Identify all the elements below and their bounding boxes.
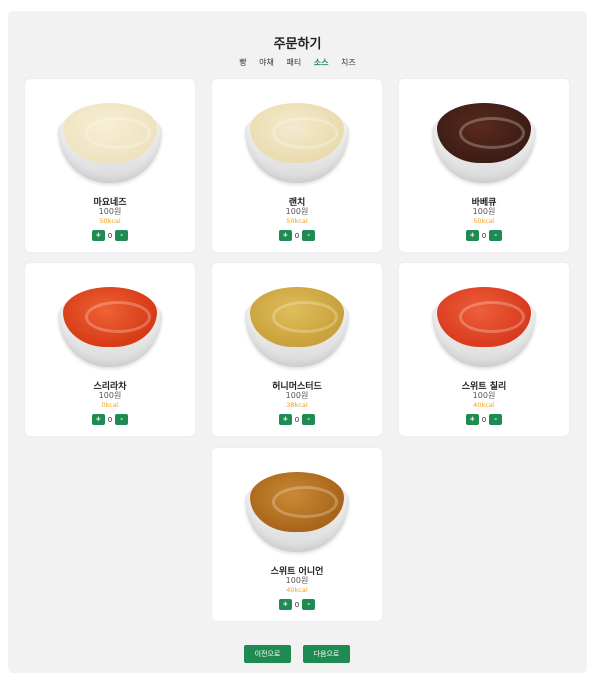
prev-button[interactable]: 이전으로 — [244, 645, 291, 663]
quantity-control: +0- — [399, 230, 569, 241]
quantity-value: 0 — [481, 231, 487, 240]
plus-button[interactable]: + — [91, 230, 105, 241]
plus-button[interactable]: + — [278, 599, 292, 610]
product-kcal: 50kcal — [473, 217, 495, 225]
product-card: 스리라차 100원 0kcal +0- — [25, 263, 195, 436]
sauce-bowl-image — [432, 281, 536, 367]
quantity-value: 0 — [107, 415, 113, 424]
quantity-control: +0- — [212, 599, 382, 610]
quantity-value: 0 — [107, 231, 113, 240]
minus-button[interactable]: - — [302, 230, 316, 241]
minus-button[interactable]: - — [115, 414, 129, 425]
minus-button[interactable]: - — [489, 414, 503, 425]
quantity-control: +0- — [212, 414, 382, 425]
product-card: 허니머스터드 100원 38kcal +0- — [212, 263, 382, 436]
product-card: 랜치 100원 50kcal +0- — [212, 79, 382, 252]
product-price: 100원 — [98, 391, 122, 400]
minus-button[interactable]: - — [115, 230, 129, 241]
quantity-value: 0 — [481, 415, 487, 424]
tab-bread[interactable]: 빵 — [239, 57, 246, 68]
quantity-control: +0- — [399, 414, 569, 425]
sauce-bowl-image — [245, 466, 349, 552]
product-price: 100원 — [285, 207, 309, 216]
sauce-bowl-image — [245, 281, 349, 367]
quantity-value: 0 — [294, 415, 300, 424]
quantity-value: 0 — [294, 231, 300, 240]
sauce-bowl-image — [58, 97, 162, 183]
quantity-control: +0- — [212, 230, 382, 241]
quantity-control: +0- — [25, 230, 195, 241]
plus-button[interactable]: + — [465, 414, 479, 425]
next-button[interactable]: 다음으로 — [303, 645, 350, 663]
product-kcal: 40kcal — [286, 586, 308, 594]
tab-sauce[interactable]: 소스 — [314, 57, 329, 68]
product-kcal: 0kcal — [101, 401, 119, 409]
product-card: 마요네즈 100원 50kcal +0- — [25, 79, 195, 252]
sauce-bowl-image — [245, 97, 349, 183]
minus-button[interactable]: - — [302, 599, 316, 610]
product-price: 100원 — [285, 391, 309, 400]
product-price: 100원 — [98, 207, 122, 216]
product-card: 스위트 어니언 100원 40kcal +0- — [212, 448, 382, 621]
plus-button[interactable]: + — [278, 414, 292, 425]
tab-patty[interactable]: 패티 — [286, 57, 301, 68]
page-title: 주문하기 — [273, 37, 322, 52]
quantity-control: +0- — [25, 414, 195, 425]
product-price: 100원 — [472, 391, 496, 400]
product-card: 바베큐 100원 50kcal +0- — [399, 79, 569, 252]
tab-cheese[interactable]: 치즈 — [341, 57, 356, 68]
sauce-bowl-image — [58, 281, 162, 367]
minus-button[interactable]: - — [302, 414, 316, 425]
category-tabs: 빵 야채 패티 소스 치즈 — [8, 57, 587, 68]
tab-vegetable[interactable]: 야채 — [259, 57, 274, 68]
product-kcal: 40kcal — [473, 401, 495, 409]
product-kcal: 50kcal — [99, 217, 121, 225]
minus-button[interactable]: - — [489, 230, 503, 241]
plus-button[interactable]: + — [91, 414, 105, 425]
product-price: 100원 — [472, 207, 496, 216]
plus-button[interactable]: + — [278, 230, 292, 241]
product-kcal: 38kcal — [286, 401, 308, 409]
product-price: 100원 — [285, 576, 309, 585]
plus-button[interactable]: + — [465, 230, 479, 241]
quantity-value: 0 — [294, 600, 300, 609]
product-kcal: 50kcal — [286, 217, 308, 225]
sauce-bowl-image — [432, 97, 536, 183]
product-card: 스위트 칠리 100원 40kcal +0- — [399, 263, 569, 436]
